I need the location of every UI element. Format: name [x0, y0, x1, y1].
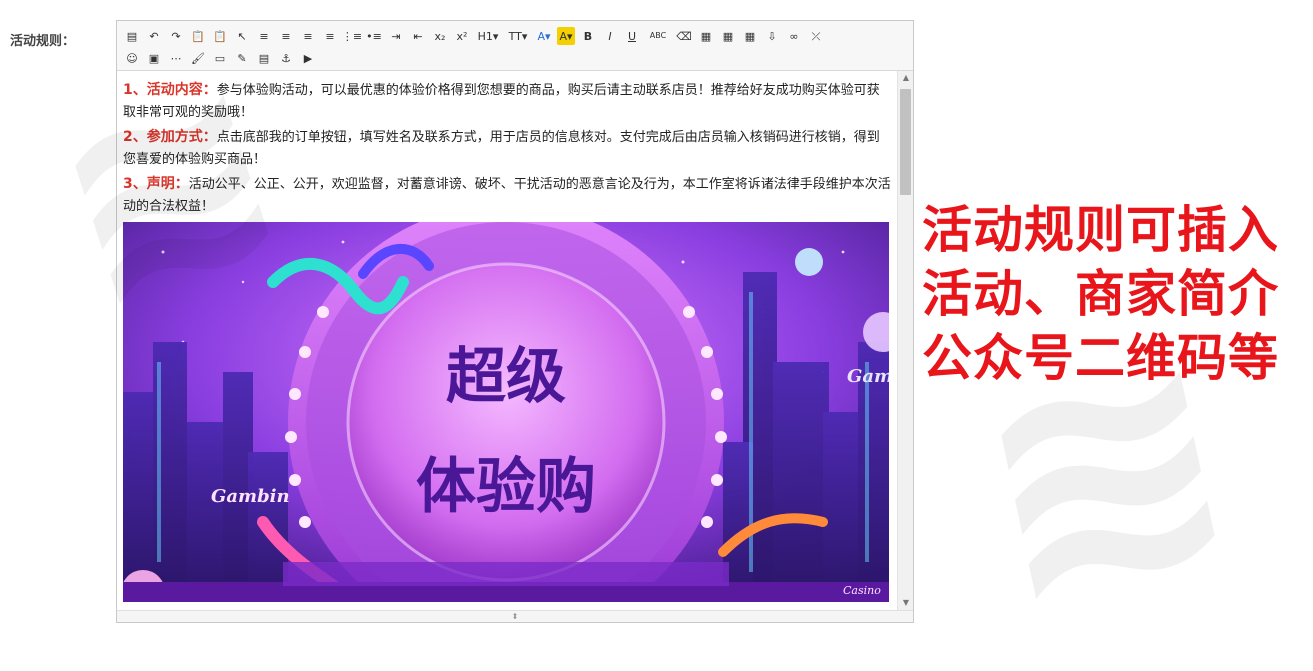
indent-icon[interactable]: ⇥ — [387, 27, 405, 45]
table-icon[interactable]: ▦ — [741, 27, 759, 45]
align-right-icon[interactable]: ≡ — [299, 27, 317, 45]
preview-icon[interactable]: ▤ — [255, 49, 273, 67]
subscript-icon[interactable]: x₂ — [431, 27, 449, 45]
emoticon-icon[interactable]: ☺ — [123, 49, 141, 67]
ordered-list-icon[interactable]: ⋮≡ — [342, 27, 362, 45]
superscript-icon[interactable]: x² — [453, 27, 471, 45]
annotation-callout: 活动规则可插入 活动、商家简介 公众号二维码等 — [922, 198, 1312, 390]
annotation-line-2: 活动、商家简介 — [922, 265, 1279, 323]
bold-icon[interactable]: B — [579, 27, 597, 45]
highlight-icon[interactable]: A▾ — [557, 27, 575, 45]
toolbar-row-2: ☺ ▣ ⋯ 🖌 ▭ ✎ ▤ ⚓ ▶ — [123, 47, 907, 69]
delete-row-icon[interactable]: ▦ — [719, 27, 737, 45]
banner-title-line-2: 体验购 — [416, 452, 596, 522]
link-icon[interactable]: ∞ — [785, 27, 803, 45]
rule-3-heading: 3、声明： — [123, 176, 189, 192]
insert-icon[interactable]: ⇩ — [763, 27, 781, 45]
italic-icon[interactable]: I — [601, 27, 619, 45]
toolbar-row-1: ▤ ↶ ↷ 📋 📋 ↖ ≡ ≡ ≡ ≡ ⋮≡ •≡ ⇥ ⇤ x₂ x² H1▾ TT▾ A▾ A▾ B I U ABC ⌫ ▦ ▦ ▦… — [123, 25, 907, 47]
rich-text-editor[interactable]: ▤ ↶ ↷ 📋 📋 ↖ ≡ ≡ ≡ ≡ ⋮≡ •≡ ⇥ ⇤ x₂ x² H1▾ TT▾ A▾ A▾ B I U ABC ⌫ ▦ ▦ ▦… — [116, 20, 914, 623]
horizontal-rule-icon[interactable]: ⋯ — [167, 49, 185, 67]
format-painter-icon[interactable]: 🖌 — [189, 49, 207, 67]
banner-sign-left: Gambin — [211, 486, 290, 507]
align-justify-icon[interactable]: ≡ — [321, 27, 339, 45]
anchor-icon[interactable]: ⚓ — [277, 49, 295, 67]
font-color-icon[interactable]: A▾ — [535, 27, 553, 45]
banner-title-line-1: 超级 — [446, 342, 566, 412]
insert-row-icon[interactable]: ▦ — [697, 27, 715, 45]
rule-3-text: 活动公平、公正、公开，欢迎监督，对蓄意诽谤、破坏、干扰活动的恶意言论及行为，本工… — [123, 177, 891, 214]
rule-paragraph-3: 3、声明：活动公平、公正、公开，欢迎监督，对蓄意诽谤、破坏、干扰活动的恶意言论及… — [123, 173, 891, 218]
font-size-icon[interactable]: TT▾ — [505, 27, 531, 45]
rule-2-heading: 2、参加方式： — [123, 129, 217, 145]
editor-vertical-scrollbar[interactable]: ▲ ▼ — [897, 71, 913, 610]
paste-icon[interactable]: 📋 — [189, 27, 207, 45]
rule-1-text: 参与体验购活动，可以最优惠的体验价格得到您想要的商品，购买后请主动联系店员！推荐… — [123, 83, 880, 120]
select-icon[interactable]: ↖ — [233, 27, 251, 45]
source-icon[interactable]: ▤ — [123, 27, 141, 45]
resize-grip-icon: ⬍ — [511, 611, 519, 621]
annotation-line-1: 活动规则可插入 — [922, 201, 1279, 259]
scroll-down-arrow-icon[interactable]: ▼ — [898, 596, 914, 610]
unordered-list-icon[interactable]: •≡ — [365, 27, 383, 45]
scroll-up-arrow-icon[interactable]: ▲ — [898, 71, 914, 85]
unlink-icon[interactable]: ⤫ — [807, 27, 825, 45]
editor-toolbar: ▤ ↶ ↷ 📋 📋 ↖ ≡ ≡ ≡ ≡ ⋮≡ •≡ ⇥ ⇤ x₂ x² H1▾ TT▾ A▾ A▾ B I U ABC ⌫ ▦ ▦ ▦… — [117, 21, 913, 71]
underline-icon[interactable]: U — [623, 27, 641, 45]
promo-banner-image: 超级 体验购 Gambin Gamb Casino — [123, 222, 889, 602]
template-icon[interactable]: ✎ — [233, 49, 251, 67]
rule-paragraph-2: 2、参加方式：点击底部我的订单按钮，填写姓名及联系方式，用于店员的信息核对。支付… — [123, 126, 891, 171]
clear-format-icon[interactable]: ⌫ — [675, 27, 693, 45]
editor-resize-handle[interactable]: ⬍ — [117, 610, 913, 622]
paste-text-icon[interactable]: 📋 — [211, 27, 229, 45]
strikethrough-icon[interactable]: ABC — [645, 27, 671, 45]
page-break-icon[interactable]: ▭ — [211, 49, 229, 67]
scroll-thumb[interactable] — [900, 89, 911, 195]
outdent-icon[interactable]: ⇤ — [409, 27, 427, 45]
rule-2-text: 点击底部我的订单按钮，填写姓名及联系方式，用于店员的信息核对。支付完成后由店员输… — [123, 130, 880, 167]
annotation-line-3: 公众号二维码等 — [922, 329, 1279, 387]
undo-icon[interactable]: ↶ — [145, 27, 163, 45]
align-center-icon[interactable]: ≡ — [277, 27, 295, 45]
rule-1-heading: 1、活动内容： — [123, 82, 217, 98]
align-left-icon[interactable]: ≡ — [255, 27, 273, 45]
editor-content[interactable]: 1、活动内容：参与体验购活动，可以最优惠的体验价格得到您想要的商品，购买后请主动… — [117, 71, 897, 610]
image-icon[interactable]: ▣ — [145, 49, 163, 67]
video-icon[interactable]: ▶ — [299, 49, 317, 67]
field-label-activity-rules: 活动规则： — [10, 34, 76, 49]
redo-icon[interactable]: ↷ — [167, 27, 185, 45]
banner-sign-right: Gamb — [847, 366, 889, 387]
banner-sign-bottom: Casino — [843, 584, 881, 597]
heading-icon[interactable]: H1▾ — [475, 27, 501, 45]
rule-paragraph-1: 1、活动内容：参与体验购活动，可以最优惠的体验价格得到您想要的商品，购买后请主动… — [123, 79, 891, 124]
